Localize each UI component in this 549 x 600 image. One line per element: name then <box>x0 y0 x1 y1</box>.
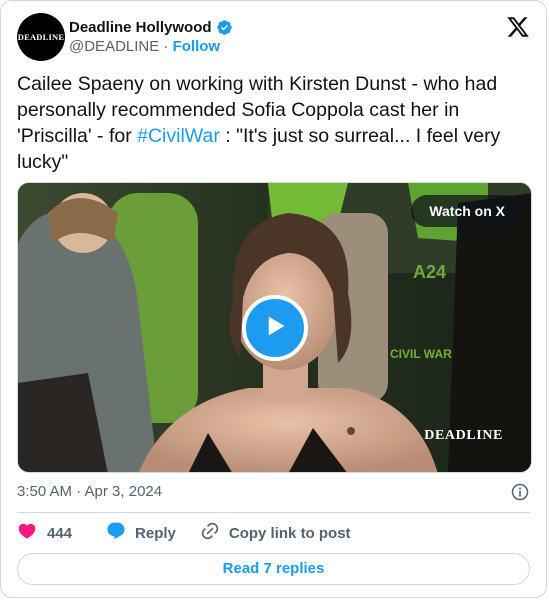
copy-link-button[interactable]: Copy link to post <box>200 521 351 545</box>
author-display-name[interactable]: Deadline Hollywood <box>69 19 212 36</box>
deadline-watermark: DEADLINE <box>424 428 503 443</box>
reply-bubble-icon <box>106 521 126 545</box>
post-actions: 444 Reply Copy link to post <box>17 521 530 545</box>
backdrop-a24-text: A24 <box>413 262 446 282</box>
divider <box>17 512 530 513</box>
reply-button[interactable]: Reply <box>106 521 176 545</box>
watch-on-x-button[interactable]: Watch on X <box>411 195 523 227</box>
like-button[interactable]: 444 <box>17 521 72 545</box>
author-handle[interactable]: @DEADLINE <box>69 38 159 55</box>
post-header: DEADLINE Deadline Hollywood @DEADLINE · … <box>17 13 530 61</box>
backdrop-civil-war-text: CIVIL WAR <box>390 347 452 361</box>
info-icon[interactable] <box>510 482 530 502</box>
hashtag-link[interactable]: #CivilWar <box>137 125 220 147</box>
copy-link-label: Copy link to post <box>228 524 351 542</box>
embedded-post-card[interactable]: DEADLINE Deadline Hollywood @DEADLINE · … <box>0 0 547 598</box>
like-count: 444 <box>47 524 73 542</box>
post-timestamp[interactable]: 3:50 AM · Apr 3, 2024 <box>17 483 162 500</box>
read-replies-button[interactable]: Read 7 replies <box>17 553 530 585</box>
avatar[interactable]: DEADLINE <box>17 13 65 61</box>
heart-icon <box>17 521 37 545</box>
avatar-text: DEADLINE <box>17 32 65 42</box>
author-info: Deadline Hollywood @DEADLINE · Follow <box>69 17 233 58</box>
video-thumbnail[interactable]: A24 CIVIL WAR Watch on X DEADLINE <box>17 182 532 473</box>
reply-label: Reply <box>135 524 176 542</box>
handle-separator: · <box>159 38 173 55</box>
play-button[interactable] <box>242 295 308 361</box>
post-meta: 3:50 AM · Apr 3, 2024 <box>17 482 530 502</box>
x-logo-icon[interactable] <box>506 15 530 39</box>
play-icon <box>260 311 290 346</box>
link-icon <box>200 521 220 545</box>
post-text: Cailee Spaeny on working with Kirsten Du… <box>17 71 532 175</box>
follow-button[interactable]: Follow <box>173 38 221 55</box>
verified-badge-icon <box>216 19 233 36</box>
